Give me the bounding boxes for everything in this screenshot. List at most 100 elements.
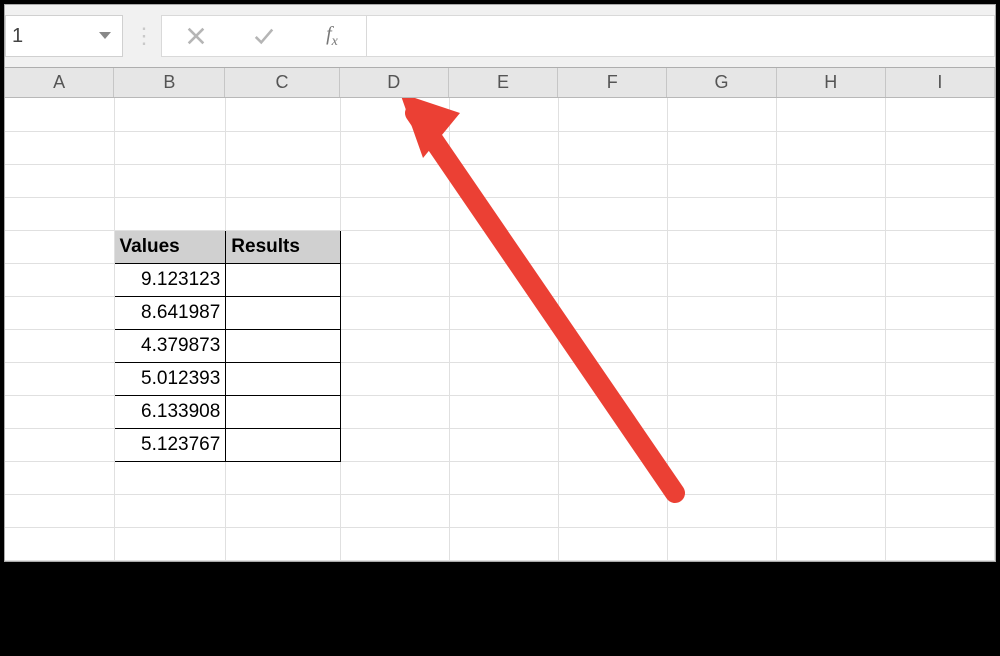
cell[interactable]	[667, 164, 776, 197]
column-header-d[interactable]: D	[340, 68, 449, 97]
cell[interactable]: 5.012393	[114, 362, 226, 395]
cell[interactable]	[667, 395, 776, 428]
cell[interactable]	[885, 230, 994, 263]
cell[interactable]	[776, 296, 885, 329]
cell[interactable]	[449, 197, 558, 230]
cell[interactable]	[114, 131, 226, 164]
cell[interactable]	[558, 527, 667, 560]
cell[interactable]	[114, 98, 226, 131]
cell[interactable]	[449, 131, 558, 164]
cell[interactable]	[667, 296, 776, 329]
cell[interactable]	[776, 131, 885, 164]
cell[interactable]	[226, 296, 341, 329]
cell[interactable]	[5, 98, 114, 131]
cell[interactable]	[558, 296, 667, 329]
cell[interactable]	[340, 164, 449, 197]
cell[interactable]	[340, 329, 449, 362]
column-header-h[interactable]: H	[777, 68, 886, 97]
cell[interactable]: 8.641987	[114, 296, 226, 329]
cell[interactable]	[776, 494, 885, 527]
cell[interactable]	[114, 461, 226, 494]
cell[interactable]: 5.123767	[114, 428, 226, 461]
cell[interactable]	[5, 230, 114, 263]
cell[interactable]: Values	[114, 230, 226, 263]
cell[interactable]	[449, 98, 558, 131]
cell[interactable]	[340, 428, 449, 461]
cell[interactable]	[5, 164, 114, 197]
cell[interactable]	[558, 98, 667, 131]
cell[interactable]	[558, 461, 667, 494]
cell[interactable]	[449, 494, 558, 527]
cell[interactable]	[885, 527, 994, 560]
cell[interactable]	[226, 428, 341, 461]
cell[interactable]	[667, 197, 776, 230]
insert-function-button[interactable]: fx	[298, 16, 366, 56]
cell[interactable]	[885, 263, 994, 296]
cell[interactable]	[226, 527, 341, 560]
cell[interactable]	[226, 197, 341, 230]
cancel-button[interactable]	[162, 16, 230, 56]
cell[interactable]	[5, 263, 114, 296]
cell[interactable]	[5, 329, 114, 362]
cell[interactable]	[885, 494, 994, 527]
cell[interactable]	[776, 461, 885, 494]
cell[interactable]	[449, 395, 558, 428]
formula-input[interactable]	[367, 15, 995, 57]
cell[interactable]	[776, 362, 885, 395]
cell[interactable]	[776, 164, 885, 197]
cell[interactable]	[5, 131, 114, 164]
cell[interactable]	[449, 296, 558, 329]
cell[interactable]	[558, 329, 667, 362]
cell[interactable]	[449, 362, 558, 395]
column-header-g[interactable]: G	[667, 68, 776, 97]
cell[interactable]	[776, 527, 885, 560]
cell[interactable]	[667, 329, 776, 362]
cell[interactable]	[226, 494, 341, 527]
cell[interactable]	[558, 230, 667, 263]
cell[interactable]	[885, 461, 994, 494]
cell[interactable]	[5, 494, 114, 527]
cell[interactable]	[449, 230, 558, 263]
cell[interactable]	[667, 98, 776, 131]
cell[interactable]	[5, 296, 114, 329]
cell[interactable]	[340, 296, 449, 329]
cell[interactable]	[667, 461, 776, 494]
cell[interactable]	[5, 428, 114, 461]
cell[interactable]	[340, 527, 449, 560]
column-header-e[interactable]: E	[449, 68, 558, 97]
cell[interactable]	[449, 164, 558, 197]
cell[interactable]	[449, 428, 558, 461]
cell[interactable]	[340, 362, 449, 395]
cell[interactable]	[776, 230, 885, 263]
column-header-c[interactable]: C	[225, 68, 339, 97]
cell[interactable]	[885, 329, 994, 362]
cell[interactable]	[226, 362, 341, 395]
cell[interactable]	[5, 461, 114, 494]
cell[interactable]	[226, 329, 341, 362]
cell[interactable]	[226, 164, 341, 197]
cell[interactable]	[776, 329, 885, 362]
cell[interactable]	[776, 263, 885, 296]
cell[interactable]: Results	[226, 230, 341, 263]
cell[interactable]: 9.123123	[114, 263, 226, 296]
name-box[interactable]: 1	[5, 15, 123, 57]
cell[interactable]	[667, 494, 776, 527]
cell[interactable]	[5, 395, 114, 428]
cell[interactable]	[667, 263, 776, 296]
cell[interactable]	[340, 461, 449, 494]
cell[interactable]	[885, 197, 994, 230]
cell[interactable]	[558, 428, 667, 461]
cell[interactable]	[340, 197, 449, 230]
cell[interactable]	[667, 527, 776, 560]
cell[interactable]	[885, 395, 994, 428]
cell[interactable]	[885, 296, 994, 329]
cell[interactable]	[114, 494, 226, 527]
cell[interactable]	[558, 362, 667, 395]
cell[interactable]	[226, 263, 341, 296]
cell[interactable]	[449, 461, 558, 494]
cell[interactable]	[226, 395, 341, 428]
cell[interactable]	[776, 197, 885, 230]
cell[interactable]	[226, 98, 341, 131]
cell[interactable]	[558, 197, 667, 230]
column-header-a[interactable]: A	[5, 68, 114, 97]
